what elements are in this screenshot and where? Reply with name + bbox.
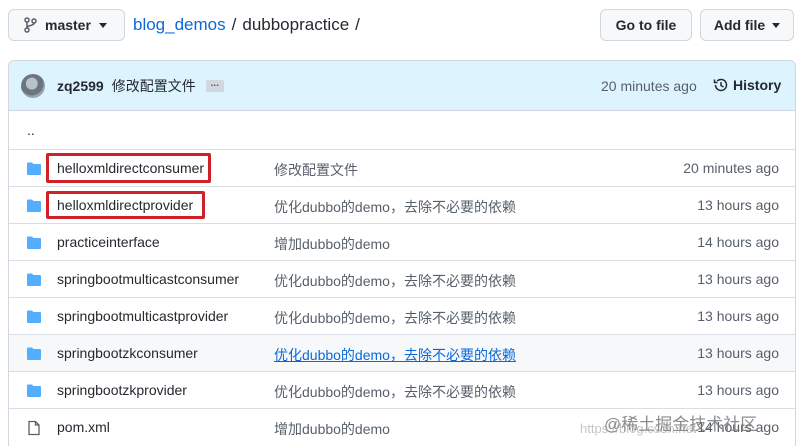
folder-icon [27, 162, 41, 175]
file-row[interactable]: springbootmulticastconsumer 优化dubbo的demo，… [9, 260, 795, 297]
add-file-label: Add file [713, 17, 766, 33]
watermark: @稀土掘金技术社区 [604, 415, 758, 434]
commit-message-link[interactable]: 优化dubbo的demo，去除不必要的依赖 [274, 308, 516, 328]
go-to-file-button[interactable]: Go to file [600, 9, 692, 41]
chevron-down-icon [772, 22, 781, 28]
file-name-link[interactable]: springbootzkprovider [57, 382, 187, 398]
breadcrumb-repo-link[interactable]: blog_demos [133, 15, 226, 35]
commit-message-link[interactable]: 增加dubbo的demo [274, 419, 390, 439]
folder-icon [27, 199, 41, 212]
branch-name: master [45, 17, 91, 33]
commit-age: 13 hours ago [697, 308, 779, 324]
file-name-link[interactable]: practiceinterface [57, 234, 160, 250]
parent-directory-row[interactable]: .. [9, 111, 795, 149]
avatar[interactable] [21, 73, 45, 98]
file-row[interactable]: springbootzkprovider 优化dubbo的demo，去除不必要的依… [9, 371, 795, 408]
highlight-box-consumer [46, 153, 211, 183]
folder-icon [27, 347, 41, 360]
folder-icon [27, 384, 41, 397]
repo-header: master blog_demos / dubbopractice / Go t… [0, 0, 799, 52]
git-branch-icon [24, 17, 37, 33]
breadcrumb-separator: / [231, 15, 237, 34]
commit-message-link[interactable]: 修改配置文件 [274, 160, 358, 180]
latest-commit-bar: zq2599 修改配置文件 ... 20 minutes ago History [9, 61, 795, 111]
folder-icon [27, 310, 41, 323]
breadcrumb-current-folder: dubbopractice [242, 15, 350, 34]
commit-expand-button[interactable]: ... [205, 78, 224, 92]
file-name-link[interactable]: springbootzkconsumer [57, 345, 198, 361]
breadcrumb-separator: / [355, 15, 360, 34]
commit-age: 13 hours ago [697, 382, 779, 398]
history-link[interactable]: History [713, 77, 781, 93]
commit-age: 13 hours ago [697, 271, 779, 287]
commit-message-link[interactable]: 优化dubbo的demo，去除不必要的依赖 [274, 197, 516, 217]
commit-message-link[interactable]: 优化dubbo的demo，去除不必要的依赖 [274, 271, 516, 291]
commit-age: 13 hours ago [697, 345, 779, 361]
history-icon [713, 78, 728, 92]
file-row[interactable]: springbootzkconsumer 优化dubbo的demo，去除不必要的依… [9, 334, 795, 371]
commit-message-link[interactable]: 优化dubbo的demo，去除不必要的依赖 [274, 382, 516, 402]
folder-icon [27, 236, 41, 249]
file-name-link[interactable]: springbootmulticastconsumer [57, 271, 239, 287]
chevron-down-icon [98, 22, 107, 28]
commit-message-link[interactable]: 增加dubbo的demo [274, 234, 390, 254]
branch-selector-button[interactable]: master [8, 9, 125, 41]
commit-message-link[interactable]: 优化dubbo的demo，去除不必要的依赖 [274, 345, 516, 365]
file-row[interactable]: springbootmulticastprovider 优化dubbo的demo，… [9, 297, 795, 334]
add-file-button[interactable]: Add file [700, 9, 794, 41]
commit-author-link[interactable]: zq2599 [57, 78, 104, 94]
folder-icon [27, 273, 41, 286]
highlight-box-provider [46, 191, 205, 219]
file-row[interactable]: practiceinterface 增加dubbo的demo 14 hours ag… [9, 223, 795, 260]
go-to-file-label: Go to file [615, 17, 677, 33]
file-icon [28, 420, 40, 436]
file-name-link[interactable]: springbootmulticastprovider [57, 308, 228, 324]
commit-age: 14 hours ago [697, 234, 779, 250]
commit-message-link[interactable]: 修改配置文件 [112, 76, 196, 96]
commit-age: 20 minutes ago [683, 160, 779, 176]
history-label: History [733, 77, 782, 93]
commit-time: 20 minutes ago [601, 78, 697, 94]
commit-age: 13 hours ago [697, 197, 779, 213]
breadcrumb: blog_demos / dubbopractice / [133, 15, 366, 35]
file-listing: zq2599 修改配置文件 ... 20 minutes ago History… [8, 60, 796, 446]
file-name-link[interactable]: pom.xml [57, 419, 110, 435]
parent-directory-link[interactable]: .. [27, 122, 35, 138]
